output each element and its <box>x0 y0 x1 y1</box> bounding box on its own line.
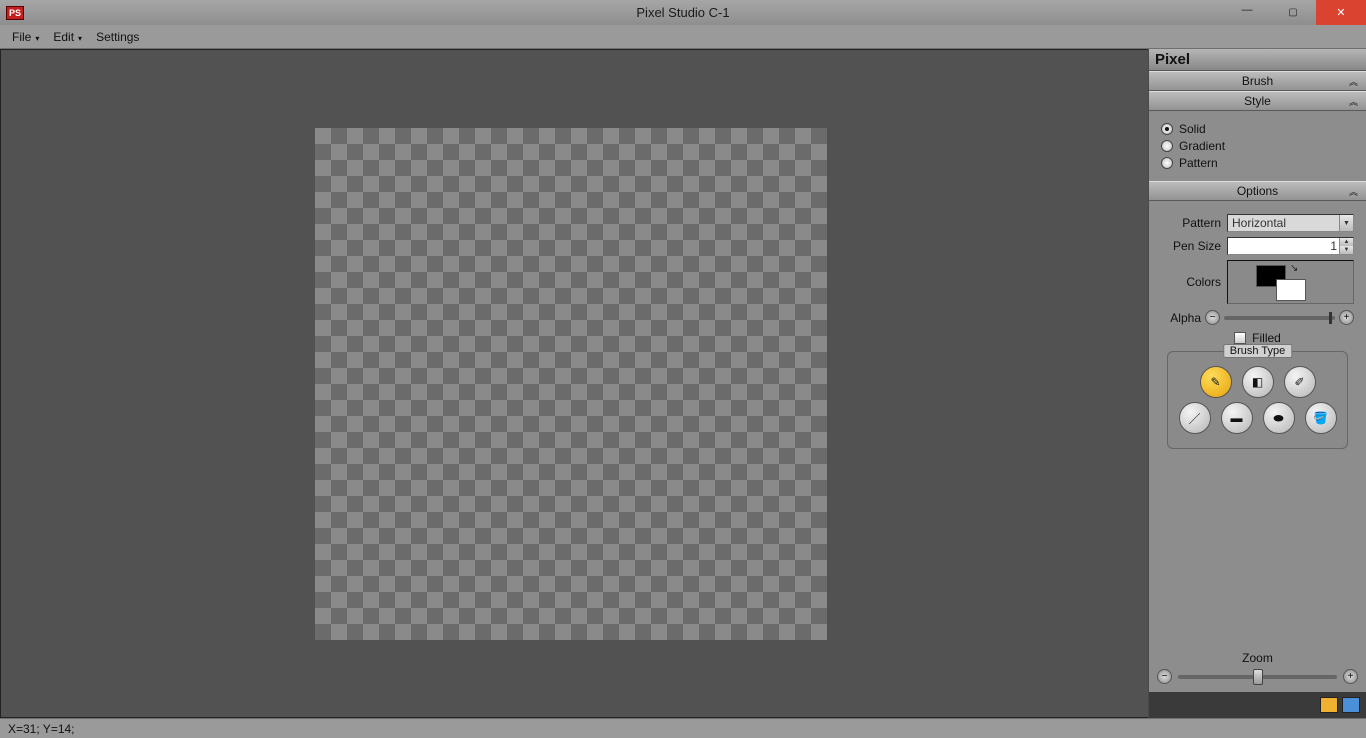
canvas[interactable] <box>315 128 827 640</box>
titlebar: PS Pixel Studio C-1 <box>0 0 1366 25</box>
color-swatch[interactable]: ↘ <box>1227 260 1354 304</box>
eyedropper-icon: ✐ <box>1294 375 1304 389</box>
zoom-slider[interactable] <box>1178 675 1337 679</box>
footer-layers-icon[interactable] <box>1342 697 1360 713</box>
menu-file[interactable]: File▾ <box>6 27 45 47</box>
side-panel: Pixel Brush︽ Style︽ Solid Gradient Patte… <box>1148 49 1366 718</box>
colors-label: Colors <box>1161 275 1221 289</box>
pattern-dropdown[interactable]: Horizontal ▼ <box>1227 214 1354 232</box>
window-title: Pixel Studio C-1 <box>636 5 729 20</box>
checkbox-icon <box>1234 332 1246 344</box>
window-controls <box>1224 0 1366 25</box>
canvas-area[interactable] <box>0 49 1148 718</box>
minimize-button[interactable] <box>1224 0 1270 25</box>
pattern-label: Pattern <box>1161 216 1221 230</box>
tool-eyedropper[interactable]: ✐ <box>1284 366 1316 398</box>
rectangle-icon: ▬ <box>1231 411 1243 425</box>
spinner-icon[interactable]: ▲▼ <box>1339 238 1353 254</box>
collapse-icon: ︽ <box>1349 75 1358 88</box>
alpha-label: Alpha <box>1161 311 1201 325</box>
collapse-icon: ︽ <box>1349 95 1358 108</box>
panel-title: Pixel <box>1149 49 1366 71</box>
radio-solid[interactable]: Solid <box>1161 122 1354 136</box>
footer-brush-icon[interactable] <box>1320 697 1338 713</box>
alpha-slider[interactable] <box>1224 316 1335 320</box>
brush-type-group: Brush Type ✎ ◧ ✐ ／ ▬ ⬬ 🪣 <box>1167 351 1348 449</box>
section-style-header[interactable]: Style︽ <box>1149 91 1366 111</box>
pencil-icon: ✎ <box>1210 375 1220 389</box>
radio-icon <box>1161 157 1173 169</box>
chevron-down-icon: ▼ <box>1339 215 1353 231</box>
maximize-button[interactable] <box>1270 0 1316 25</box>
app-icon: PS <box>6 6 24 20</box>
ellipse-icon: ⬬ <box>1273 411 1283 426</box>
tool-fill[interactable]: 🪣 <box>1305 402 1337 434</box>
style-body: Solid Gradient Pattern <box>1149 111 1366 181</box>
radio-icon <box>1161 123 1173 135</box>
tool-ellipse[interactable]: ⬬ <box>1263 402 1295 434</box>
radio-pattern[interactable]: Pattern <box>1161 156 1354 170</box>
brush-type-legend: Brush Type <box>1223 344 1292 358</box>
zoom-out-button[interactable]: − <box>1157 669 1172 684</box>
radio-icon <box>1161 140 1173 152</box>
zoom-in-button[interactable]: + <box>1343 669 1358 684</box>
options-body: Pattern Horizontal ▼ Pen Size 1 ▲▼ Color… <box>1149 201 1366 457</box>
section-brush-header[interactable]: Brush︽ <box>1149 71 1366 91</box>
alpha-decrease-button[interactable]: − <box>1205 310 1220 325</box>
menu-edit[interactable]: Edit▾ <box>47 27 88 47</box>
eraser-icon: ◧ <box>1252 375 1263 389</box>
tool-line[interactable]: ／ <box>1179 402 1211 434</box>
swap-colors-icon[interactable]: ↘ <box>1290 263 1298 274</box>
statusbar: X=31; Y=14; <box>0 718 1366 738</box>
menubar: File▾ Edit▾ Settings <box>0 25 1366 49</box>
tool-eraser[interactable]: ◧ <box>1242 366 1274 398</box>
radio-gradient[interactable]: Gradient <box>1161 139 1354 153</box>
zoom-label: Zoom <box>1157 651 1358 665</box>
line-icon: ／ <box>1188 410 1200 427</box>
cursor-coords: X=31; Y=14; <box>8 722 75 736</box>
close-button[interactable] <box>1316 0 1366 25</box>
collapse-icon: ︽ <box>1349 185 1358 198</box>
pensize-label: Pen Size <box>1161 239 1221 253</box>
tool-rectangle[interactable]: ▬ <box>1221 402 1253 434</box>
menu-settings[interactable]: Settings <box>90 27 145 47</box>
tool-pencil[interactable]: ✎ <box>1200 366 1232 398</box>
zoom-section: Zoom − + <box>1149 647 1366 692</box>
section-options-header[interactable]: Options︽ <box>1149 181 1366 201</box>
panel-footer <box>1149 692 1366 718</box>
alpha-increase-button[interactable]: + <box>1339 310 1354 325</box>
fill-icon: 🪣 <box>1313 411 1328 425</box>
filled-checkbox-row[interactable]: Filled <box>1161 331 1354 345</box>
pensize-input[interactable]: 1 ▲▼ <box>1227 237 1354 255</box>
background-color[interactable] <box>1276 279 1306 301</box>
